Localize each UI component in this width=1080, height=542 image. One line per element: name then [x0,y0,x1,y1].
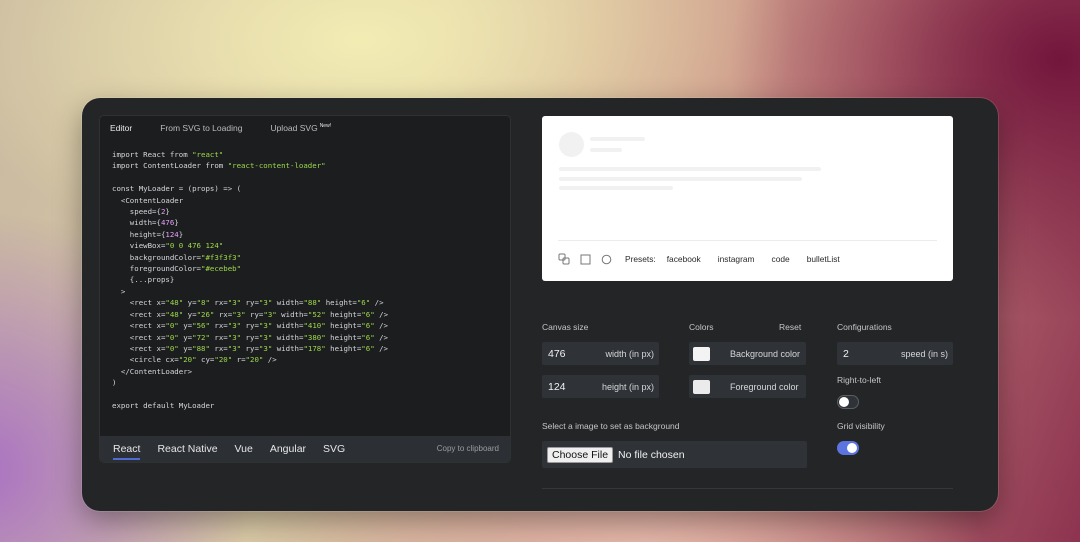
new-badge: New! [319,123,332,130]
height-value: 124 [548,380,566,393]
app-window: Editor From SVG to Loading Upload SVG New… [82,98,998,511]
tab-vue[interactable]: Vue [235,436,253,462]
code-line: viewBox="0 0 476 124" [112,241,224,251]
code-editor-panel: Editor From SVG to Loading Upload SVG New… [100,116,510,462]
no-file-text: No file chosen [618,448,685,461]
width-value: 476 [548,347,566,360]
code-line: import ContentLoader from "react-content… [112,161,326,171]
toggle-knob [847,443,857,453]
preset-bulletlist[interactable]: bulletList [807,254,840,264]
reset-button[interactable]: Reset [779,322,801,332]
code-line: foregroundColor="#ecebeb" [112,264,242,274]
rtl-toggle[interactable] [837,395,859,409]
file-input: Choose File No file chosen [542,441,807,468]
rtl-label: Right-to-left [837,375,881,385]
tab-upload-svg-label: Upload SVG [270,123,318,133]
editor-tabs: Editor From SVG to Loading Upload SVG New… [100,116,510,138]
code-line: backgroundColor="#f3f3f3" [112,252,242,262]
configurations-label: Configurations [837,322,892,332]
clone-icon[interactable] [558,253,571,266]
speed-value: 2 [843,347,849,360]
preview-divider [558,240,937,241]
preset-code[interactable]: code [772,254,790,264]
code-line: import React from "react" [112,150,224,159]
foreground-color-picker[interactable]: Foreground color [689,375,806,398]
width-unit: width (in px) [605,348,654,359]
choose-file-button[interactable]: Choose File [547,446,614,463]
foreground-color-swatch[interactable] [693,379,710,394]
skeleton-avatar-circle [559,132,584,157]
code-line: <rect x="0" y="72" rx="3" ry="3" width="… [112,332,389,342]
copy-to-clipboard-button[interactable]: Copy to clipboard [437,436,499,462]
skeleton-bar [559,177,802,181]
code-line: <circle cx="20" cy="20" r="20" /> [112,355,277,365]
preview-toolbar: Presets: facebook instagram code bulletL… [558,252,857,266]
code-text[interactable]: import React from "react" import Content… [112,149,388,411]
code-line: height={124} [112,229,184,239]
rectangle-tool-icon[interactable] [579,253,592,266]
skeleton-bar [590,137,645,141]
canvas-size-label: Canvas size [542,322,589,332]
code-line: <rect x="48" y="26" rx="3" ry="3" width=… [112,309,389,319]
code-line: </ContentLoader> [112,366,193,376]
preset-instagram[interactable]: instagram [718,254,755,264]
code-line: ) [112,378,117,388]
tab-editor[interactable]: Editor [110,123,132,138]
code-line: {...props} [112,275,175,285]
settings-divider [542,488,953,489]
height-input[interactable]: 124 height (in px) [542,375,659,398]
language-tabs: React React Native Vue Angular SVG Copy … [100,436,510,462]
skeleton-bar [590,148,622,152]
code-line: const MyLoader = (props) => ( [112,184,242,194]
tab-upload-svg[interactable]: Upload SVG New! [270,123,331,138]
speed-input[interactable]: 2 speed (in s) [837,342,953,365]
code-line: <rect x="0" y="88" rx="3" ry="3" width="… [112,343,389,353]
background-color-swatch[interactable] [693,346,710,361]
background-color-picker[interactable]: Background color [689,342,806,365]
tab-react[interactable]: React [113,436,141,462]
grid-visibility-label: Grid visibility [837,421,885,431]
speed-unit: speed (in s) [900,348,948,359]
code-line: <rect x="0" y="56" rx="3" ry="3" width="… [112,321,389,331]
background-color-label: Background color [730,348,801,359]
width-input[interactable]: 476 width (in px) [542,342,659,365]
preset-facebook[interactable]: facebook [667,254,701,264]
presets-label: Presets: [625,254,656,264]
foreground-color-label: Foreground color [730,381,799,392]
toggle-knob [839,397,849,407]
code-line: export default MyLoader [112,400,215,410]
tab-react-native[interactable]: React Native [157,436,217,462]
code-line: width={476} [112,218,179,228]
skeleton-bar [559,167,821,171]
height-unit: height (in px) [601,381,654,392]
skeleton-bar [559,186,673,190]
tab-angular[interactable]: Angular [270,436,306,462]
loader-preview-canvas[interactable]: Presets: facebook instagram code bulletL… [542,116,953,281]
code-line: <rect x="48" y="8" rx="3" ry="3" width="… [112,298,384,308]
circle-tool-icon[interactable] [600,253,613,266]
grid-visibility-toggle[interactable] [837,441,859,455]
bg-image-label: Select a image to set as background [542,421,680,431]
code-line: <ContentLoader [112,195,184,205]
colors-label: Colors [689,322,714,332]
code-line: > [112,286,126,296]
tab-svg-to-loading[interactable]: From SVG to Loading [160,123,242,138]
tab-svg[interactable]: SVG [323,436,345,462]
code-line: speed={2} [112,207,170,217]
